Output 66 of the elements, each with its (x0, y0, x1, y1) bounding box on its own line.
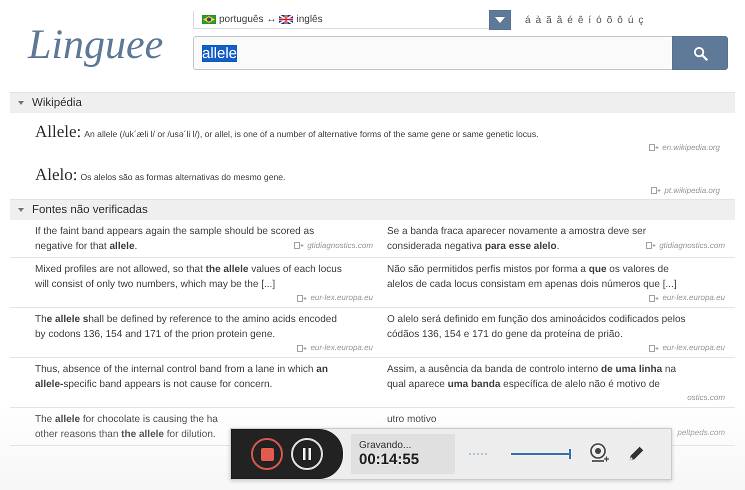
example-sentence: considerada negativa para esse alelo. (387, 240, 560, 254)
example-sentence: will consist of only two numbers, which may be the [...] (35, 278, 276, 292)
special-character[interactable]: ó (596, 14, 602, 26)
source-link-icon (649, 344, 660, 352)
wiki-definition: An allele (/uk´æli l/ or /usə´li l/), or allel, is one of a number of alternative forms of the same gene or same genetic locus. (84, 129, 539, 139)
section-header[interactable]: Wikipédia (10, 92, 735, 113)
special-character[interactable]: ê (578, 14, 584, 26)
source-link-icon (649, 144, 660, 151)
example-sentence: negative for that allele. (35, 240, 138, 254)
example-sentence: Thus, absence of the internal control band from a lane in which an (35, 363, 328, 377)
special-character[interactable]: ú (628, 14, 634, 26)
volume-slider[interactable] (511, 449, 571, 459)
special-character[interactable]: í (588, 14, 592, 26)
source-link-icon (297, 344, 308, 352)
special-character[interactable]: â (556, 14, 562, 26)
example-sentence: utro motivo (387, 413, 436, 427)
uk-flag-icon (279, 15, 294, 24)
wiki-term: Alelo: (35, 165, 78, 185)
special-character[interactable]: ã (546, 14, 552, 26)
section-header[interactable]: Fontes não verificadas (10, 199, 735, 220)
wiki-definition: Os alelos são as formas alternativas do mesmo gene. (80, 172, 286, 182)
search-button[interactable] (672, 36, 728, 70)
example-sentence: The allele shall be defined by reference to the amino acids encoded (35, 313, 337, 327)
special-character[interactable]: õ (606, 14, 612, 26)
special-character[interactable]: ç (638, 14, 644, 26)
example-sentence: alelos de cada locus consistam em apenas dois números que [...] (387, 278, 677, 292)
pause-icon (302, 448, 312, 460)
search-icon (692, 46, 708, 60)
source-link-icon (294, 242, 304, 249)
wiki-term: Allele: (35, 122, 82, 142)
example-sentence: If the faint band appears again the sample should be scored as (35, 225, 314, 239)
special-character[interactable]: à (536, 14, 542, 26)
special-character[interactable]: á (525, 14, 531, 26)
search-field[interactable]: allele (193, 36, 672, 70)
section-title: Fontes não verificadas (32, 204, 148, 216)
example-sentence: by codons 136, 154 and 171 of the prion protein gene. (35, 328, 276, 342)
swap-arrow[interactable]: ↔ (266, 14, 276, 25)
special-character[interactable]: ô (617, 14, 623, 26)
source-link-icon (651, 187, 662, 194)
example-sentence: Não são permitidos perfis mistos por forma a que os valores de (387, 263, 669, 277)
source-link-icon (297, 294, 308, 302)
pause-button[interactable] (291, 438, 323, 470)
stop-button[interactable] (251, 438, 283, 470)
example-sentence: other reasons than the allele for dilution. (35, 428, 216, 442)
example-sentence: Assim, a ausência da banda de controlo interno de uma linha na (387, 363, 676, 377)
webcam-icon[interactable] (589, 443, 609, 465)
source-link-icon (649, 294, 660, 302)
linguee-logo[interactable]: Linguee (28, 24, 193, 66)
recording-status: Gravando... (359, 440, 412, 451)
brazil-flag-icon (202, 15, 216, 24)
caret-icon (495, 17, 505, 23)
example-sentence: Mixed profiles are not allowed, so that the allele values of each locus (35, 263, 342, 277)
source-language: português (219, 14, 264, 25)
source-link-icon (646, 242, 656, 249)
example-sentence: allele-specific band appears is not cause for concern. (35, 378, 272, 392)
pencil-icon[interactable] (627, 445, 645, 463)
section-title: Wikipédia (32, 97, 82, 109)
recording-time: 00:14:55 (359, 451, 420, 468)
example-sentence: The allele for chocolate is causing the ha (35, 413, 218, 427)
special-character[interactable]: é (567, 14, 573, 26)
example-sentence: O alelo será definido em função dos aminoácidos codificados pelos (387, 313, 686, 327)
example-sentence: qual aparece uma banda específica de alelo não é motivo de (387, 378, 660, 392)
language-dropdown-button[interactable] (489, 10, 511, 30)
target-language: inglês (296, 14, 323, 25)
example-sentence: códãos 136, 154 e 171 do gene da proteína de prião. (387, 328, 623, 342)
example-sentence: Se a banda fraca aparecer novamente a amostra deve ser (387, 225, 646, 239)
